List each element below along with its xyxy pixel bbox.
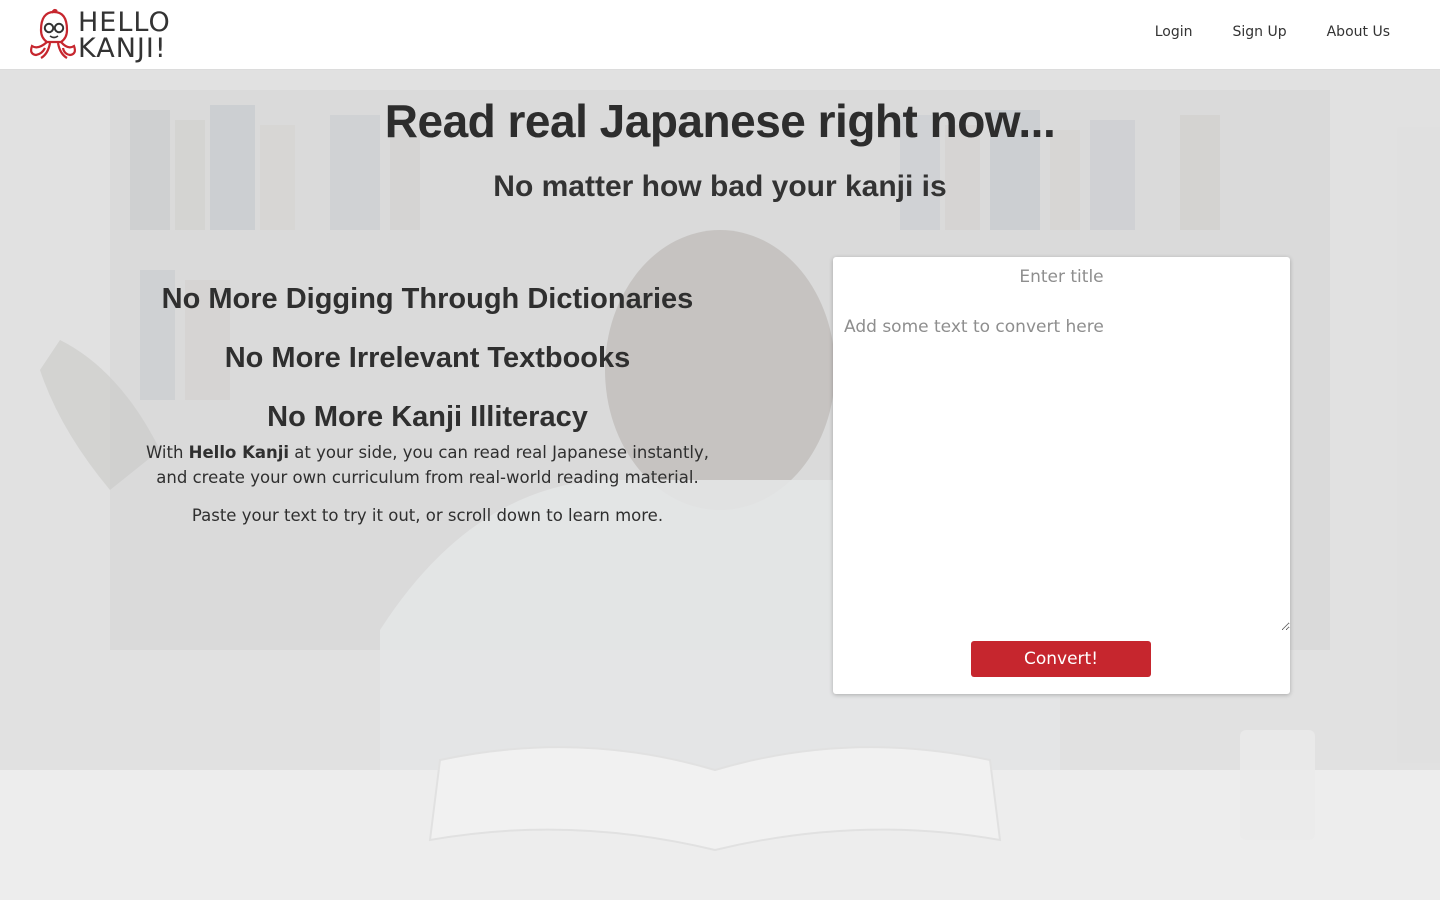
hero-cta-text: Paste your text to try it out, or scroll… [191,506,664,525]
nav-links: Login Sign Up About Us [1155,24,1390,40]
description-prefix: With [145,443,189,462]
nav-about-link[interactable]: About Us [1327,24,1390,40]
text-to-convert-textarea[interactable] [833,309,1290,631]
convert-button[interactable]: Convert! [971,641,1151,677]
feature-list: No More Digging Through Dictionaries No … [140,282,715,528]
logo-line-2: KANJI! [78,33,167,64]
feature-heading-dictionaries: No More Digging Through Dictionaries [161,283,694,315]
feature-heading-textbooks: No More Irrelevant Textbooks [224,342,631,374]
hero-headline: Read real Japanese right now... [384,95,1056,147]
description-brand: Hello Kanji [188,443,290,462]
top-navbar: HELLO KANJI! Login Sign Up About Us [0,0,1440,70]
logo[interactable]: HELLO KANJI! [28,8,178,64]
convert-form-card: Convert! [833,257,1290,694]
nav-signup-link[interactable]: Sign Up [1232,24,1286,40]
feature-heading-illiteracy: No More Kanji Illiteracy [267,401,588,433]
logo-wordmark: HELLO KANJI! [78,9,171,64]
title-input[interactable] [833,261,1290,293]
octopus-mascot-icon [30,8,76,59]
hero-description: With Hello Kanji at your side, you can r… [140,440,715,490]
hero-subheadline: No matter how bad your kanji is [493,170,947,203]
nav-login-link[interactable]: Login [1155,24,1193,40]
